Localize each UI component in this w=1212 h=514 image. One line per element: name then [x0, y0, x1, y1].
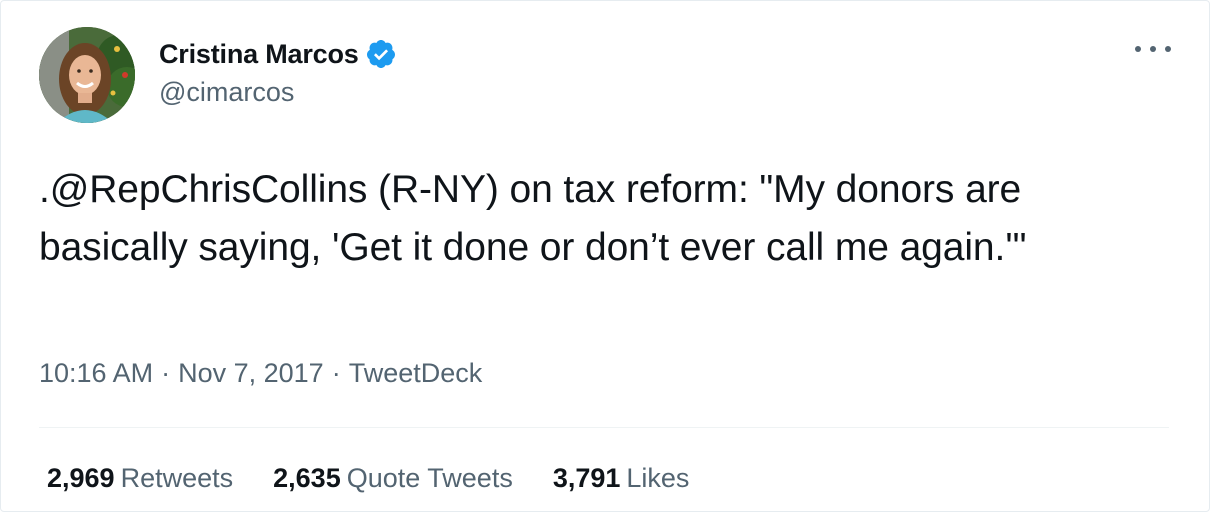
meta-separator: ·	[331, 358, 341, 388]
author-handle[interactable]: @cimarcos	[159, 77, 397, 108]
tweet-date[interactable]: Nov 7, 2017	[178, 358, 324, 389]
meta-separator: ·	[161, 358, 171, 388]
tweet-time[interactable]: 10:16 AM	[39, 358, 153, 389]
likes-stat[interactable]: 3,791 Likes	[553, 463, 690, 494]
likes-label: Likes	[626, 463, 690, 493]
retweets-label: Retweets	[120, 463, 234, 493]
author-info: Cristina Marcos @cimarcos	[159, 37, 397, 108]
retweets-stat[interactable]: 2,969 Retweets	[47, 463, 233, 494]
likes-count: 3,791	[552, 463, 621, 493]
retweets-count: 2,969	[47, 463, 115, 493]
tweet-meta: 10:16 AM · Nov 7, 2017 · TweetDeck	[39, 358, 482, 389]
tweet-source[interactable]: TweetDeck	[349, 358, 483, 389]
avatar[interactable]	[39, 27, 135, 123]
more-dot	[1150, 46, 1156, 52]
more-options-icon[interactable]	[1135, 37, 1171, 61]
verified-badge-icon	[366, 40, 395, 68]
quote-tweets-label: Quote Tweets	[346, 463, 513, 493]
divider	[39, 427, 1169, 428]
tweet-header: Cristina Marcos @cimarcos	[39, 27, 1171, 127]
more-dot	[1165, 46, 1171, 52]
name-row: Cristina Marcos	[159, 37, 397, 71]
more-dot	[1135, 46, 1141, 52]
author-display-name[interactable]: Cristina Marcos	[159, 39, 359, 70]
quote-tweets-count: 2,635	[273, 463, 341, 493]
tweet-text: .@RepChrisCollins (R-NY) on tax reform: …	[39, 168, 1027, 269]
avatar-photo-icon	[39, 27, 135, 123]
tweet-card: Cristina Marcos @cimarcos .@RepChrisColl…	[0, 0, 1210, 512]
quote-tweets-stat[interactable]: 2,635 Quote Tweets	[273, 463, 513, 494]
tweet-stats: 2,969 Retweets 2,635 Quote Tweets 3,791 Lik…	[47, 463, 729, 494]
